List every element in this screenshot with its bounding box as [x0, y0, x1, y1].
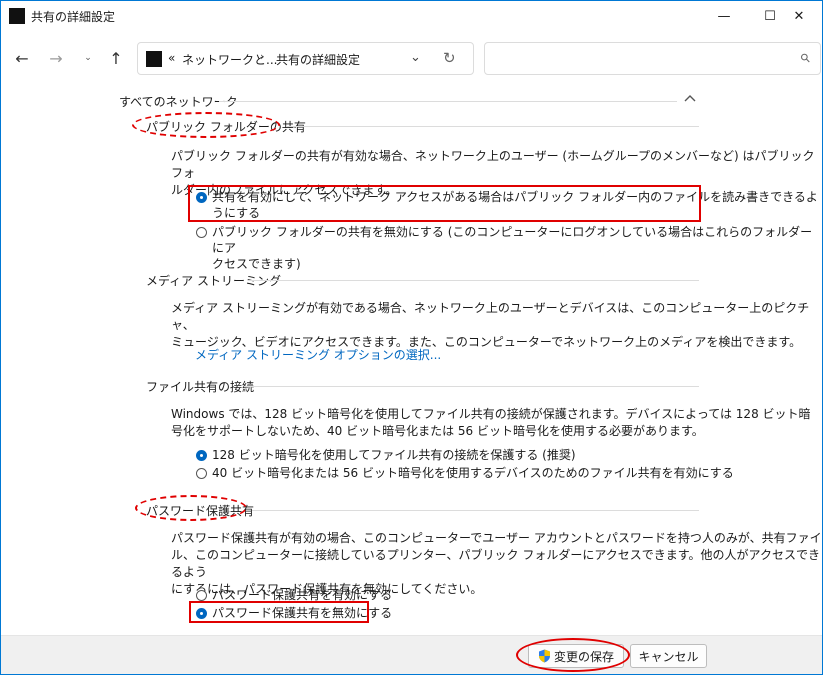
- file-sharing-desc-line2: 号化をサポートしないため、40 ビット暗号化または 56 ビット暗号化を使用する…: [171, 424, 704, 438]
- breadcrumb-overflow[interactable]: «: [168, 51, 175, 65]
- save-button-highlight-oval: [516, 638, 630, 672]
- search-icon[interactable]: ⚲: [798, 50, 814, 66]
- encryption-128-label[interactable]: 128 ビット暗号化を使用してファイル共有の接続を保護する (推奨): [212, 447, 576, 463]
- public-folder-disable-radio[interactable]: [196, 227, 207, 238]
- window-title: 共有の詳細設定: [31, 10, 116, 24]
- back-button[interactable]: ←: [9, 47, 35, 69]
- search-box[interactable]: ⚲: [484, 42, 821, 75]
- public-folder-disable-label-line1[interactable]: パブリック フォルダーの共有を無効にする (このコンピューターにログオンしている…: [212, 224, 822, 256]
- control-panel-icon: [146, 51, 162, 67]
- password-sharing-divider: [252, 510, 699, 511]
- password-disable-highlight: [189, 601, 369, 623]
- minimize-button[interactable]: —: [701, 1, 747, 31]
- advanced-sharing-window: 共有の詳細設定 — ☐ ✕ ← → ⌄ ↑ « ネットワークと... › 共有の…: [0, 0, 823, 675]
- password-desc-line2: ル、このコンピューターに接続しているプリンター、パブリック フォルダーにアクセス…: [171, 548, 820, 579]
- encryption-128-option[interactable]: 128 ビット暗号化を使用してファイル共有の接続を保護する (推奨): [196, 447, 576, 463]
- navigation-bar: ← → ⌄ ↑ « ネットワークと... › 共有の詳細設定 ⌄ ↻ ⚲: [1, 31, 822, 85]
- public-folder-desc-line1: パブリック フォルダーの共有が有効な場合、ネットワーク上のユーザー (ホームグル…: [171, 149, 815, 180]
- media-streaming-options-link[interactable]: メディア ストリーミング オプションの選択...: [195, 346, 441, 363]
- file-sharing-desc-line1: Windows では、128 ビット暗号化を使用してファイル共有の接続が保護され…: [171, 407, 811, 421]
- breadcrumb-separator[interactable]: ›: [260, 50, 264, 63]
- address-bar[interactable]: « ネットワークと... › 共有の詳細設定 ⌄ ↻: [137, 42, 474, 75]
- password-enable-radio[interactable]: [196, 590, 207, 601]
- recent-locations-button[interactable]: ⌄: [75, 47, 101, 69]
- address-dropdown-icon[interactable]: ⌄: [410, 50, 421, 65]
- public-folder-highlight-oval: [132, 112, 280, 138]
- password-sharing-highlight-oval: [135, 495, 247, 521]
- app-icon: [9, 8, 25, 24]
- header-divider: [219, 101, 677, 102]
- media-desc-line1: メディア ストリーミングが有効である場合、ネットワーク上のユーザーとデバイスは、…: [171, 301, 810, 332]
- collapse-chevron-icon[interactable]: [684, 93, 696, 107]
- file-sharing-divider: [244, 386, 699, 387]
- title-bar: 共有の詳細設定 — ☐ ✕: [1, 1, 822, 31]
- cancel-button[interactable]: キャンセル: [630, 644, 707, 668]
- media-streaming-description: メディア ストリーミングが有効である場合、ネットワーク上のユーザーとデバイスは、…: [171, 300, 822, 351]
- encryption-128-radio[interactable]: [196, 450, 207, 461]
- file-sharing-description: Windows では、128 ビット暗号化を使用してファイル共有の接続が保護され…: [171, 406, 811, 440]
- public-folder-enable-highlight: [188, 185, 701, 222]
- password-desc-line1: パスワード保護共有が有効の場合、このコンピューターでユーザー アカウントとパスワ…: [171, 531, 822, 545]
- breadcrumb-advanced-sharing[interactable]: 共有の詳細設定: [276, 51, 360, 68]
- up-button[interactable]: ↑: [103, 47, 129, 69]
- encryption-40-56-label[interactable]: 40 ビット暗号化または 56 ビット暗号化を使用するデバイスのためのファイル共…: [212, 465, 734, 481]
- public-folder-divider: [286, 126, 699, 127]
- media-streaming-divider: [248, 280, 699, 281]
- settings-content: すべてのネットワーク パブリック フォルダーの共有 パブリック フォルダーの共有…: [1, 85, 822, 635]
- dialog-footer: 変更の保存 キャンセル: [1, 635, 822, 674]
- public-folder-disable-option[interactable]: パブリック フォルダーの共有を無効にする (このコンピューターにログオンしている…: [196, 224, 822, 272]
- forward-button[interactable]: →: [43, 47, 69, 69]
- refresh-icon[interactable]: ↻: [443, 49, 456, 67]
- encryption-40-56-option[interactable]: 40 ビット暗号化または 56 ビット暗号化を使用するデバイスのためのファイル共…: [196, 465, 734, 481]
- file-sharing-title: ファイル共有の接続: [146, 380, 255, 394]
- public-folder-disable-label-line2[interactable]: クセスできます): [212, 256, 822, 272]
- encryption-40-56-radio[interactable]: [196, 468, 207, 479]
- close-button[interactable]: ✕: [776, 1, 822, 31]
